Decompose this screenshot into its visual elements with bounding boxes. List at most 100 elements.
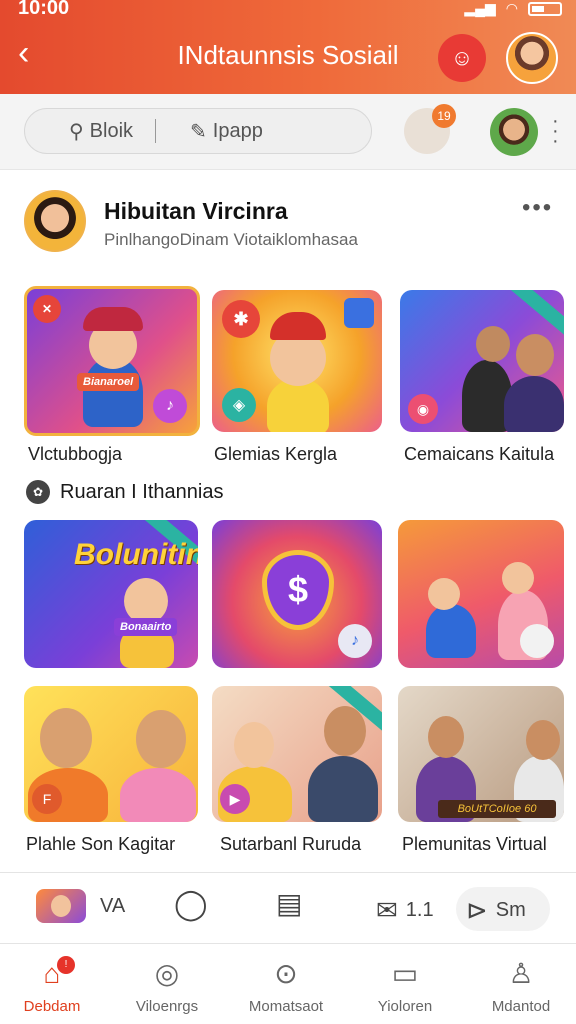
nav-label: Debdam: [23, 998, 81, 1015]
person-head: [502, 562, 534, 594]
profile-name: Hibuitan Vircinra: [104, 198, 288, 224]
megaphone-icon: ✉: [376, 895, 398, 925]
card-caption: Plahle Son Kagitar: [26, 834, 176, 854]
nav-library[interactable]: ▭ Yioloren: [350, 956, 460, 1015]
friend-avatar[interactable]: [490, 108, 538, 156]
bookmark-icon: ◈: [222, 388, 256, 422]
card-overlay-label: Bianaroel: [77, 373, 140, 391]
profile-avatar[interactable]: [24, 190, 86, 252]
nav-messages[interactable]: ◎ Viloenrgs: [112, 956, 222, 1015]
section-title: Ruaran I Ithannias: [60, 480, 224, 503]
card-caption: Cemaicans Kaitula: [404, 444, 555, 464]
media-card-1[interactable]: Bianaroel ✕ ♪: [24, 286, 200, 436]
nav-explore[interactable]: ⊙ Momatsaot: [231, 956, 341, 1015]
search-right-text: Ipapp: [212, 119, 263, 142]
nav-profile[interactable]: ♙ Mdantod: [466, 956, 576, 1015]
person-head: [428, 716, 464, 758]
card-info-strip: BoUtTCoIIoe 60: [438, 800, 556, 818]
pen-icon: ✎: [190, 120, 207, 143]
media-card-8[interactable]: ▶: [212, 686, 382, 822]
media-card-6[interactable]: [398, 520, 564, 668]
app-header: 10:00 ▂▄▆ ◠ ‹ INdtaunnsis Sosiail ☺: [0, 0, 576, 94]
section-header: ✿ Ruaran I Ithannias: [26, 480, 223, 504]
search-left-text: Bloik: [89, 119, 134, 142]
media-card-3[interactable]: ◉: [400, 290, 564, 432]
person-figure: [308, 756, 378, 822]
share-button[interactable]: ⊳ Sm: [466, 895, 526, 926]
action-bar: VA ◯ ▤ ✉ 1.1 ⊳ Sm: [0, 872, 576, 944]
music-tile-icon: [344, 298, 374, 328]
wifi-icon: ◠: [505, 0, 518, 16]
card-ribbon: [506, 290, 564, 339]
comment-icon: ◯: [174, 888, 208, 921]
letter-badge: F: [32, 784, 62, 814]
page-title: INdtaunnsis Sosiail: [177, 40, 399, 70]
person-head: [234, 722, 274, 768]
media-card-4[interactable]: Bolunitin Bonaairto: [24, 520, 198, 668]
media-card-5[interactable]: $ ♪: [212, 520, 382, 668]
person-figure: [504, 376, 564, 432]
card-caption: Sutarbanl Ruruda: [220, 834, 362, 854]
nav-label: Momatsaot: [248, 998, 324, 1015]
chat-bubble-icon: ◎: [154, 958, 180, 989]
card-caption: Vlctubbogja: [28, 444, 123, 464]
comment-button[interactable]: ◯: [174, 887, 208, 922]
person-head: [516, 334, 554, 376]
media-card-9[interactable]: BoUtTCoIIoe 60: [398, 686, 564, 822]
megaphone-button[interactable]: ✉ 1.1: [376, 895, 434, 926]
vertical-more-icon[interactable]: · · ·: [552, 111, 559, 151]
card-caption: Glemias Kergla: [214, 444, 338, 464]
person-figure: [120, 768, 196, 822]
status-bar: 10:00 ▂▄▆ ◠: [0, 0, 576, 20]
count-label-1: VA: [100, 895, 126, 917]
smiley-chat-icon: ☺: [450, 45, 474, 70]
music-note-icon: ♪: [338, 624, 372, 658]
section-icon: ✿: [26, 480, 50, 504]
search-divider: [155, 119, 157, 143]
grid-icon: ▤: [276, 888, 303, 919]
media-card-2[interactable]: ✱ ◈: [212, 290, 382, 432]
mini-avatar[interactable]: [36, 889, 86, 923]
hat-shape: [270, 312, 326, 340]
nav-home[interactable]: ⌂ ! Debdam: [0, 956, 107, 1015]
card-plaque: Bonaairto: [114, 618, 178, 636]
card-overlay-title: Bolunitin: [74, 538, 198, 571]
profile-subtitle: PinlhangoDinam Viotaiklomhasaa: [104, 230, 358, 249]
settings-icon: [520, 624, 554, 658]
character-figure: [267, 378, 329, 432]
book-icon: ▭: [391, 958, 419, 989]
person-head: [428, 578, 460, 610]
person-head: [526, 720, 560, 760]
share-icon: ✕: [33, 295, 61, 323]
status-time: 10:00: [18, 0, 70, 19]
user-icon: ♙: [508, 958, 534, 989]
person-head: [40, 708, 92, 768]
person-figure: [426, 604, 476, 658]
signal-icon: ▂▄▆: [464, 0, 496, 16]
share-icon: ⊳: [466, 895, 488, 925]
nav-badge: !: [57, 956, 75, 974]
nav-label: Mdantod: [491, 998, 551, 1015]
search-bar[interactable]: ⚲ Bloik ✎ Ipapp: [24, 108, 372, 154]
grid-button[interactable]: ▤: [276, 887, 302, 920]
search-bubble-icon: ⊙: [274, 958, 298, 989]
notification-badge: 19: [432, 104, 456, 128]
count-label-2: 1.1: [405, 899, 434, 921]
notification-avatar-button[interactable]: 19: [404, 104, 456, 154]
music-note-icon: ♪: [153, 389, 187, 423]
media-card-7[interactable]: F: [24, 686, 198, 822]
bottom-nav: ⌂ ! Debdam ◎ Viloenrgs ⊙ Momatsaot ▭ Yio…: [0, 944, 576, 1024]
count-label-3: Sm: [495, 899, 526, 921]
person-head: [476, 326, 510, 362]
nav-label: Yioloren: [377, 998, 433, 1015]
more-options-button[interactable]: •••: [522, 194, 553, 222]
status-icons: ▂▄▆ ◠: [464, 0, 562, 17]
close-icon: ✱: [222, 300, 260, 338]
record-icon: ◉: [408, 394, 438, 424]
chat-button[interactable]: ☺: [438, 34, 486, 82]
person-head: [324, 706, 366, 756]
hat-shape: [83, 307, 143, 331]
user-avatar[interactable]: [506, 32, 558, 84]
card-caption: Plemunitas Virtual: [402, 834, 547, 854]
profile-header: Hibuitan Vircinra PinlhangoDinam Viotaik…: [0, 180, 576, 270]
